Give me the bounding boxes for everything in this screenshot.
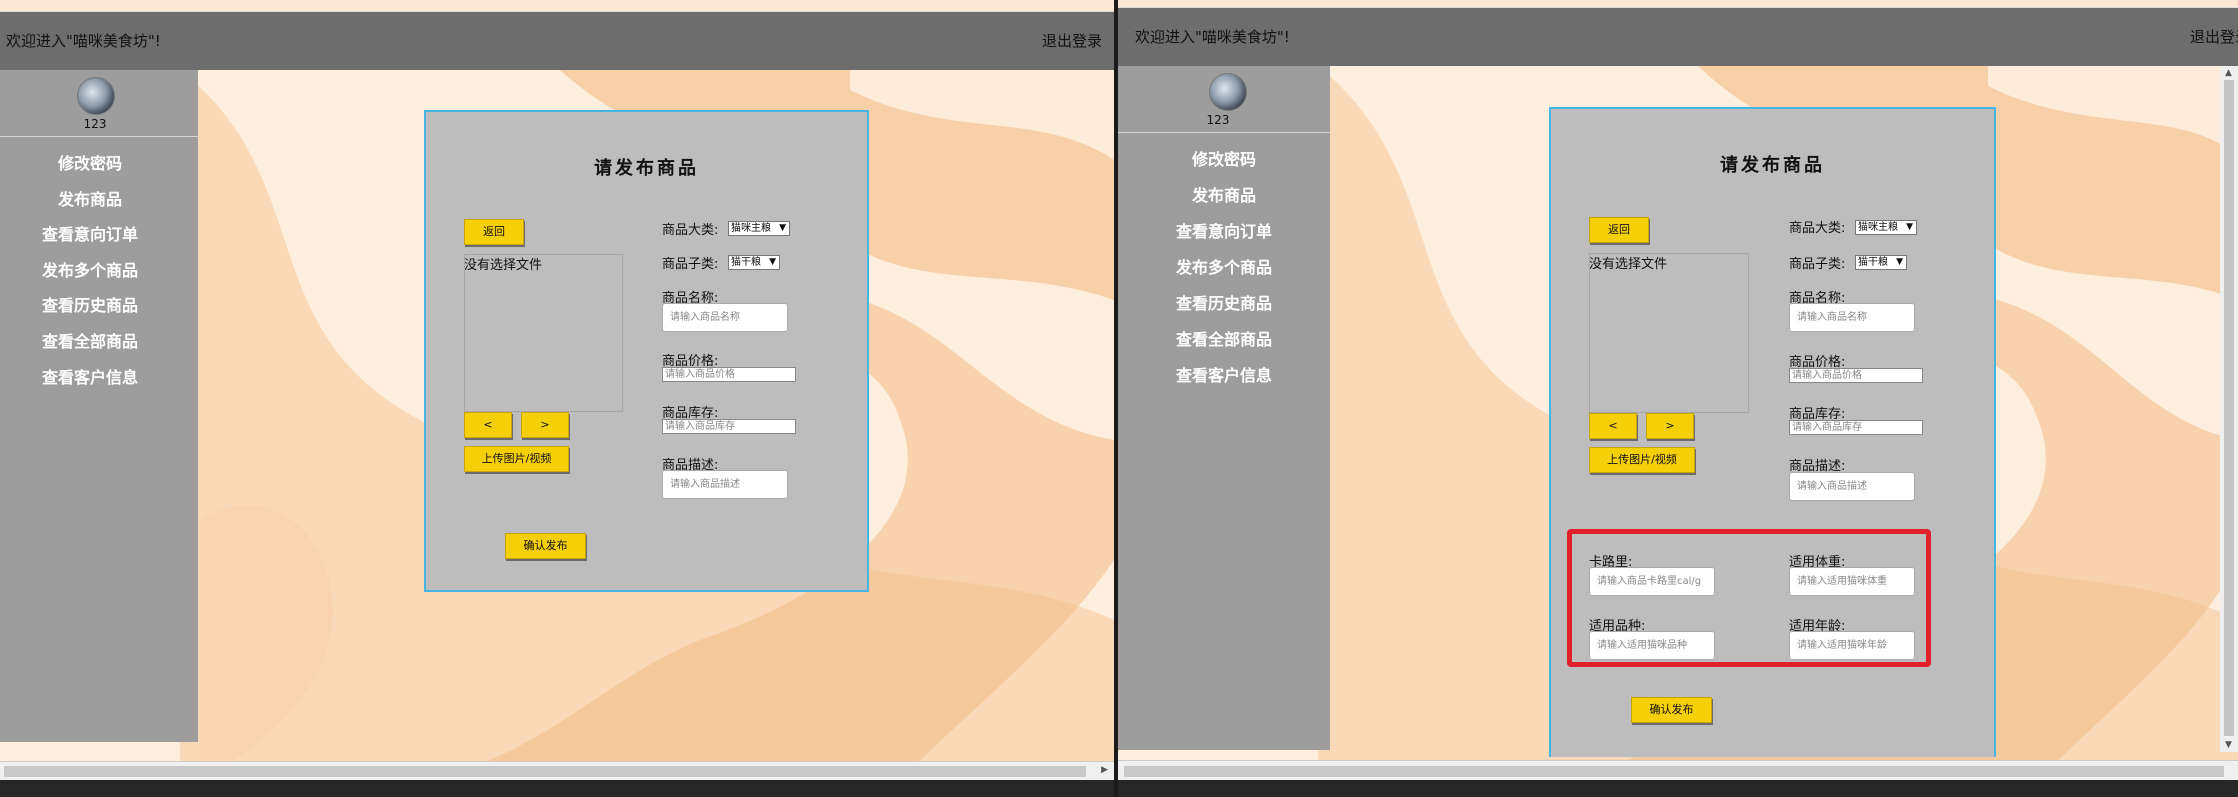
subcategory-label: 商品子类: [662, 257, 719, 272]
subcategory-value: 猫干粮 [731, 257, 761, 268]
stock-input[interactable]: 请输入商品库存 [662, 419, 796, 434]
upload-media-button[interactable]: 上传图片/视频 [464, 446, 569, 472]
form-title: 请发布商品 [1720, 155, 1825, 176]
right-browser-pane: 欢迎进入"喵咪美食坊"! 退出登录 123 修改密码 发布商品 查看意向订单 发… [1118, 0, 2238, 780]
name-input[interactable]: 请输入商品名称 [1789, 303, 1915, 332]
browser-top-strip [1118, 0, 2238, 8]
sidebar: 123 修改密码 发布商品 查看意向订单 发布多个商品 查看历史商品 查看全部商… [0, 70, 198, 742]
category-select[interactable]: 猫咪主粮 ▼ [1855, 220, 1917, 235]
subcategory-select[interactable]: 猫干粮 ▼ [1855, 255, 1907, 270]
back-button[interactable]: 返回 [464, 219, 524, 245]
avatar[interactable] [1209, 73, 1247, 111]
sidebar-item-publish-product[interactable]: 发布商品 [0, 182, 198, 218]
logout-link[interactable]: 退出登录 [1042, 30, 1102, 51]
top-header: 欢迎进入"喵咪美食坊"! 退出登录 [1118, 8, 2238, 66]
sidebar-item-change-password[interactable]: 修改密码 [1118, 142, 1330, 178]
logout-link[interactable]: 退出登录 [2190, 26, 2238, 47]
sidebar-divider [1118, 132, 1330, 133]
name-input[interactable]: 请输入商品名称 [662, 303, 788, 332]
left-browser-pane: 欢迎进入"喵咪美食坊"! 退出登录 123 修改密码 发布商品 查看意向订单 发… [0, 0, 1114, 780]
submit-button[interactable]: 确认发布 [1631, 697, 1712, 723]
username: 123 [83, 117, 107, 131]
sidebar-item-customer-info[interactable]: 查看客户信息 [1118, 358, 1330, 394]
username: 123 [1206, 113, 1230, 127]
sidebar-menu: 修改密码 发布商品 查看意向订单 发布多个商品 查看历史商品 查看全部商品 查看… [1118, 142, 1330, 394]
vertical-scrollbar[interactable]: ▲ ▼ [2220, 66, 2238, 752]
screen: 欢迎进入"喵咪美食坊"! 退出登录 123 修改密码 发布商品 查看意向订单 发… [0, 0, 2238, 797]
category-value: 猫咪主粮 [1858, 222, 1898, 233]
sidebar-item-history-products[interactable]: 查看历史商品 [0, 288, 198, 324]
scrollbar-thumb[interactable] [2224, 80, 2234, 736]
age-input[interactable]: 请输入适用猫咪年龄 [1789, 631, 1915, 660]
chevron-down-icon: ▼ [779, 223, 786, 233]
sidebar-menu: 修改密码 发布商品 查看意向订单 发布多个商品 查看历史商品 查看全部商品 查看… [0, 146, 198, 395]
subcategory-select[interactable]: 猫干粮 ▼ [728, 255, 780, 270]
chevron-down-icon: ▼ [769, 257, 776, 267]
prev-media-button[interactable]: < [464, 412, 512, 438]
back-button[interactable]: 返回 [1589, 217, 1649, 243]
sidebar-item-publish-multiple[interactable]: 发布多个商品 [1118, 250, 1330, 286]
sidebar-divider [0, 136, 198, 137]
sidebar-item-publish-multiple[interactable]: 发布多个商品 [0, 253, 198, 289]
welcome-text: 欢迎进入"喵咪美食坊"! [6, 32, 161, 50]
browser-top-strip [0, 0, 1114, 12]
publish-product-card: 请发布商品 返回 没有选择文件 < > 上传图片/视频 确认发布 商品大类: 猫… [424, 110, 869, 592]
sidebar-item-publish-product[interactable]: 发布商品 [1118, 178, 1330, 214]
scroll-right-icon[interactable]: ▶ [1101, 765, 1108, 775]
description-input[interactable]: 请输入商品描述 [662, 470, 788, 499]
sidebar-item-customer-info[interactable]: 查看客户信息 [0, 360, 198, 396]
media-preview-box [464, 254, 623, 412]
description-input[interactable]: 请输入商品描述 [1789, 472, 1915, 501]
media-preview-box [1589, 253, 1749, 413]
chevron-down-icon: ▼ [1896, 257, 1903, 267]
weight-input[interactable]: 请输入适用猫咪体重 [1789, 567, 1915, 596]
category-select[interactable]: 猫咪主粮 ▼ [728, 221, 790, 236]
prev-media-button[interactable]: < [1589, 413, 1637, 439]
next-media-button[interactable]: > [521, 412, 569, 438]
sidebar-item-all-products[interactable]: 查看全部商品 [1118, 322, 1330, 358]
welcome-text: 欢迎进入"喵咪美食坊"! [1135, 28, 1290, 46]
upload-media-button[interactable]: 上传图片/视频 [1589, 447, 1695, 473]
sidebar-item-intent-orders[interactable]: 查看意向订单 [0, 217, 198, 253]
chevron-down-icon: ▼ [1906, 222, 1913, 232]
subcategory-label: 商品子类: [1789, 257, 1846, 272]
scrollbar-thumb[interactable] [4, 766, 1086, 777]
stock-input[interactable]: 请输入商品库存 [1789, 420, 1923, 435]
sidebar-item-change-password[interactable]: 修改密码 [0, 146, 198, 182]
next-media-button[interactable]: > [1646, 413, 1694, 439]
sidebar: 123 修改密码 发布商品 查看意向订单 发布多个商品 查看历史商品 查看全部商… [1118, 66, 1330, 750]
avatar[interactable] [77, 77, 115, 115]
sidebar-item-intent-orders[interactable]: 查看意向订单 [1118, 214, 1330, 250]
scrollbar-thumb[interactable] [1124, 766, 2224, 777]
price-input[interactable]: 请输入商品价格 [1789, 368, 1923, 383]
price-input[interactable]: 请输入商品价格 [662, 367, 796, 382]
scroll-up-icon[interactable]: ▲ [2225, 68, 2232, 78]
category-label: 商品大类: [662, 223, 719, 238]
form-title: 请发布商品 [594, 158, 699, 179]
horizontal-scrollbar[interactable]: ▶ [0, 761, 1114, 780]
calorie-input[interactable]: 请输入商品卡路里cal/g [1589, 567, 1715, 596]
category-value: 猫咪主粮 [731, 223, 771, 234]
publish-product-card: 请发布商品 返回 没有选择文件 < > 上传图片/视频 商品大类: 猫咪主粮 ▼ … [1549, 107, 1996, 757]
submit-button[interactable]: 确认发布 [505, 533, 586, 559]
horizontal-scrollbar[interactable] [1118, 760, 2238, 780]
category-label: 商品大类: [1789, 221, 1846, 236]
sidebar-item-all-products[interactable]: 查看全部商品 [0, 324, 198, 360]
scroll-down-icon[interactable]: ▼ [2225, 740, 2232, 750]
subcategory-value: 猫干粮 [1858, 257, 1888, 268]
top-header: 欢迎进入"喵咪美食坊"! 退出登录 [0, 12, 1114, 70]
breed-input[interactable]: 请输入适用猫咪品种 [1589, 631, 1715, 660]
sidebar-item-history-products[interactable]: 查看历史商品 [1118, 286, 1330, 322]
